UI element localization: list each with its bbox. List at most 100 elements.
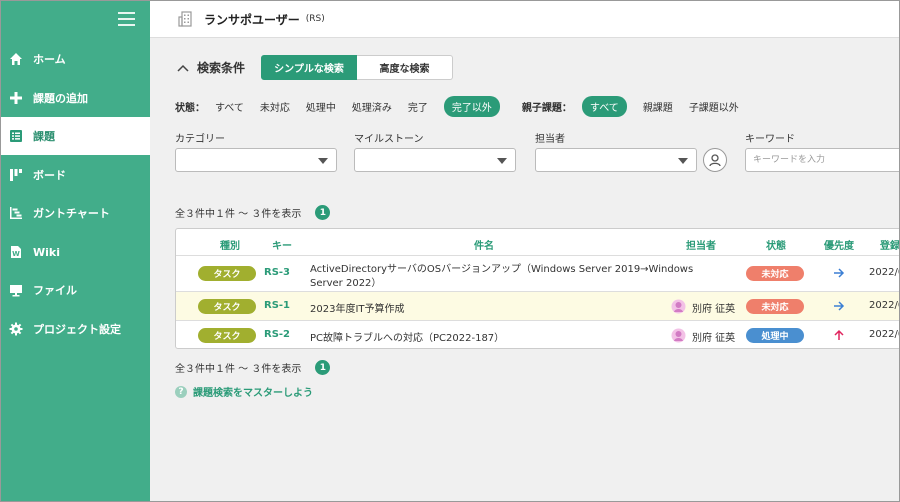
status-option-not-closed[interactable]: 完了以外 xyxy=(443,96,500,117)
issue-subject-link[interactable]: PC故障トラブルへの対応（PC2022-187） xyxy=(310,329,504,344)
table-header: 種別 キー 件名 担当者 状態 優先度 登録日 xyxy=(176,229,899,256)
project-title[interactable]: ランサポユーザー xyxy=(204,11,300,28)
issue-type-badge: タスク xyxy=(198,328,256,343)
table-row[interactable]: タスク RS-3 ActiveDirectoryサーバのOSバージョンアップ（W… xyxy=(176,256,899,292)
created-date: 2022/06 xyxy=(869,300,899,311)
status-option-all[interactable]: すべて xyxy=(215,99,244,114)
list-icon xyxy=(9,129,23,143)
sidebar-item-project-settings[interactable]: プロジェクト設定 xyxy=(1,310,150,348)
building-icon xyxy=(178,11,192,27)
gantt-icon xyxy=(9,206,23,220)
category-select[interactable] xyxy=(175,148,337,172)
assignee-filter: 担当者 xyxy=(535,130,697,172)
home-icon xyxy=(9,52,23,66)
issue-key-link[interactable]: RS-3 xyxy=(264,267,290,278)
chevron-down-icon xyxy=(497,158,507,164)
plus-icon xyxy=(9,91,23,105)
svg-text:W: W xyxy=(12,250,20,258)
status-option-closed[interactable]: 完了 xyxy=(408,99,428,114)
keyword-input[interactable] xyxy=(745,148,899,172)
help-link-text[interactable]: 課題検索をマスターしよう xyxy=(193,384,313,399)
assign-to-me-button[interactable] xyxy=(703,148,727,172)
gear-icon xyxy=(9,322,23,336)
search-conditions-toggle[interactable]: 検索条件 xyxy=(177,59,245,76)
keyword-filter: キーワード xyxy=(745,130,899,172)
milestone-select[interactable] xyxy=(354,148,516,172)
search-conditions-header: 検索条件 シンプルな検索 高度な検索 xyxy=(177,55,454,80)
sidebar-item-wiki[interactable]: W Wiki xyxy=(1,233,150,271)
issues-main: 検索条件 シンプルな検索 高度な検索 状態： すべて 未対応 処理中 処理済み … xyxy=(150,38,899,501)
sidebar-item-label: プロジェクト設定 xyxy=(33,323,121,336)
parent-option-all[interactable]: すべて xyxy=(581,96,627,117)
result-count-bottom: 全３件中１件 〜 ３件を表示 1 xyxy=(175,360,331,375)
page-number-button[interactable]: 1 xyxy=(315,360,331,375)
arrow-right-icon xyxy=(834,301,845,311)
search-mode-tabs: シンプルな検索 高度な検索 xyxy=(261,55,454,80)
arrow-right-icon xyxy=(834,268,845,278)
chevron-up-icon xyxy=(177,64,189,72)
issue-subject-link-cont[interactable]: Server 2022） xyxy=(310,274,381,289)
sidebar-item-add-issue[interactable]: 課題の追加 xyxy=(1,79,150,117)
issue-type-badge: タスク xyxy=(198,266,256,281)
col-priority[interactable]: 優先度 xyxy=(824,237,854,252)
status-badge: 処理中 xyxy=(746,328,804,343)
project-header: ランサポユーザー (RS) xyxy=(150,1,899,38)
category-filter: カテゴリー xyxy=(175,130,337,172)
milestone-filter: マイルストーン xyxy=(354,130,516,172)
sidebar-item-gantt[interactable]: ガントチャート xyxy=(1,194,150,232)
issue-key-link[interactable]: RS-2 xyxy=(264,329,290,340)
avatar xyxy=(671,299,686,314)
issue-subject-link[interactable]: 2023年度IT予算作成 xyxy=(310,300,405,315)
sidebar-item-home[interactable]: ホーム xyxy=(1,40,150,78)
sidebar-item-label: ガントチャート xyxy=(33,207,110,220)
arrow-up-icon xyxy=(834,329,844,340)
menu-toggle-icon[interactable] xyxy=(118,12,135,26)
status-option-open[interactable]: 未対応 xyxy=(260,99,290,114)
col-subject[interactable]: 件名 xyxy=(474,237,494,252)
page-number-button[interactable]: 1 xyxy=(315,205,331,220)
table-row[interactable]: タスク RS-2 PC故障トラブルへの対応（PC2022-187） 別府 征英 … xyxy=(176,321,899,348)
project-key: (RS) xyxy=(305,14,325,24)
app-window: ホーム 課題の追加 課題 ボード ガントチャート W Wiki ファイル プロジ xyxy=(0,0,900,502)
col-created[interactable]: 登録日 xyxy=(880,237,899,252)
sidebar-item-board[interactable]: ボード xyxy=(1,156,150,194)
search-conditions-title: 検索条件 xyxy=(197,61,246,75)
avatar xyxy=(671,328,686,343)
sidebar-item-label: 課題 xyxy=(33,130,55,143)
board-icon xyxy=(9,168,23,182)
tab-advanced-search[interactable]: 高度な検索 xyxy=(357,55,454,80)
sidebar-item-files[interactable]: ファイル xyxy=(1,271,150,309)
parent-option-not-child[interactable]: 子課題以外 xyxy=(689,99,739,114)
result-count-text: 全３件中１件 〜 ３件を表示 xyxy=(175,364,302,375)
issue-type-badge: タスク xyxy=(198,299,256,314)
status-option-resolved[interactable]: 処理済み xyxy=(352,99,392,114)
issue-key-link[interactable]: RS-1 xyxy=(264,300,290,311)
assignee-name: 別府 征英 xyxy=(692,304,736,315)
parent-option-parent[interactable]: 親課題 xyxy=(643,99,673,114)
question-icon: ? xyxy=(175,385,187,398)
sidebar-item-label: ホーム xyxy=(33,53,66,66)
sidebar: ホーム 課題の追加 課題 ボード ガントチャート W Wiki ファイル プロジ xyxy=(1,1,150,501)
col-status[interactable]: 状態 xyxy=(766,237,786,252)
milestone-label: マイルストーン xyxy=(354,134,424,145)
status-option-in-progress[interactable]: 処理中 xyxy=(306,99,336,114)
col-assignee[interactable]: 担当者 xyxy=(686,237,716,252)
sidebar-item-label: Wiki xyxy=(33,245,60,259)
assignee-label: 担当者 xyxy=(535,134,565,145)
table-row[interactable]: タスク RS-1 2023年度IT予算作成 別府 征英 未対応 2022/06 xyxy=(176,292,899,321)
tab-simple-search[interactable]: シンプルな検索 xyxy=(261,55,358,80)
created-date: 2022/06 xyxy=(869,329,899,340)
assignee-name: 別府 征英 xyxy=(692,333,736,344)
col-key[interactable]: キー xyxy=(272,237,292,252)
issue-subject-link[interactable]: ActiveDirectoryサーバのOSバージョンアップ（Windows Se… xyxy=(310,260,693,275)
col-type[interactable]: 種別 xyxy=(220,237,240,252)
sidebar-item-issues[interactable]: 課題 xyxy=(1,117,150,155)
sidebar-item-label: ボード xyxy=(33,169,66,182)
help-link[interactable]: ? 課題検索をマスターしよう xyxy=(175,384,313,399)
user-icon xyxy=(709,154,721,167)
chevron-down-icon xyxy=(318,158,328,164)
sidebar-item-label: ファイル xyxy=(33,284,77,297)
assignee-select[interactable] xyxy=(535,148,697,172)
sidebar-item-label: 課題の追加 xyxy=(33,92,88,105)
result-count-top: 全３件中１件 〜 ３件を表示 1 xyxy=(175,205,331,220)
